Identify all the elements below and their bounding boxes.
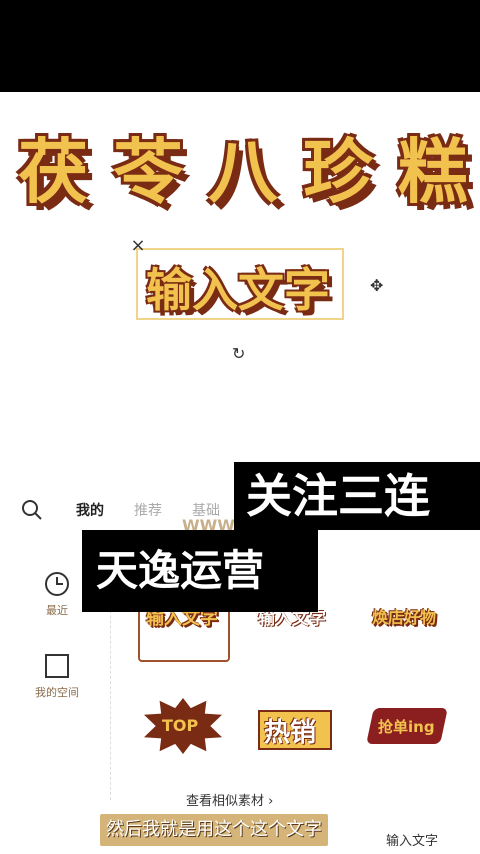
material-item[interactable]: 抢单ing: [378, 716, 435, 737]
close-icon[interactable]: ×: [130, 237, 146, 255]
folder-icon: [45, 654, 69, 678]
search-icon[interactable]: [20, 498, 44, 522]
sidebar-item-label: 我的空间: [35, 686, 79, 699]
title-char: 糕: [398, 130, 468, 213]
more-materials-link[interactable]: 查看相似素材 ›: [186, 790, 273, 809]
title-char: 珍: [303, 130, 373, 213]
sidebar-item-recent[interactable]: 最近: [30, 572, 84, 618]
tab-recommend[interactable]: 推荐: [134, 500, 162, 520]
title-char: 茯: [18, 130, 88, 213]
tab-mine[interactable]: 我的: [76, 500, 104, 520]
selected-text[interactable]: 输入文字: [146, 254, 330, 320]
bottom-text: 输入文字: [386, 834, 439, 849]
video-subtitle: 然后我就是用这个这个文字: [100, 814, 328, 846]
clock-icon: [45, 572, 69, 596]
material-item[interactable]: 热销: [264, 712, 316, 749]
move-icon[interactable]: ✥: [370, 276, 383, 295]
material-item[interactable]: TOP: [162, 716, 198, 735]
sidebar-item-my-space[interactable]: 我的空间: [30, 654, 84, 700]
top-black-bar: [0, 0, 480, 92]
caption-overlay-mid: 天逸运营: [82, 530, 318, 612]
material-item[interactable]: 焕店好物: [372, 604, 436, 628]
big-title: 茯 苓 八 珍 糕: [18, 122, 468, 213]
title-char: 苓: [113, 130, 183, 213]
rotate-icon[interactable]: ↻: [232, 344, 245, 363]
title-char: 八: [208, 130, 278, 213]
sidebar-item-label: 最近: [46, 604, 68, 617]
caption-overlay-top: 关注三连: [234, 462, 480, 530]
